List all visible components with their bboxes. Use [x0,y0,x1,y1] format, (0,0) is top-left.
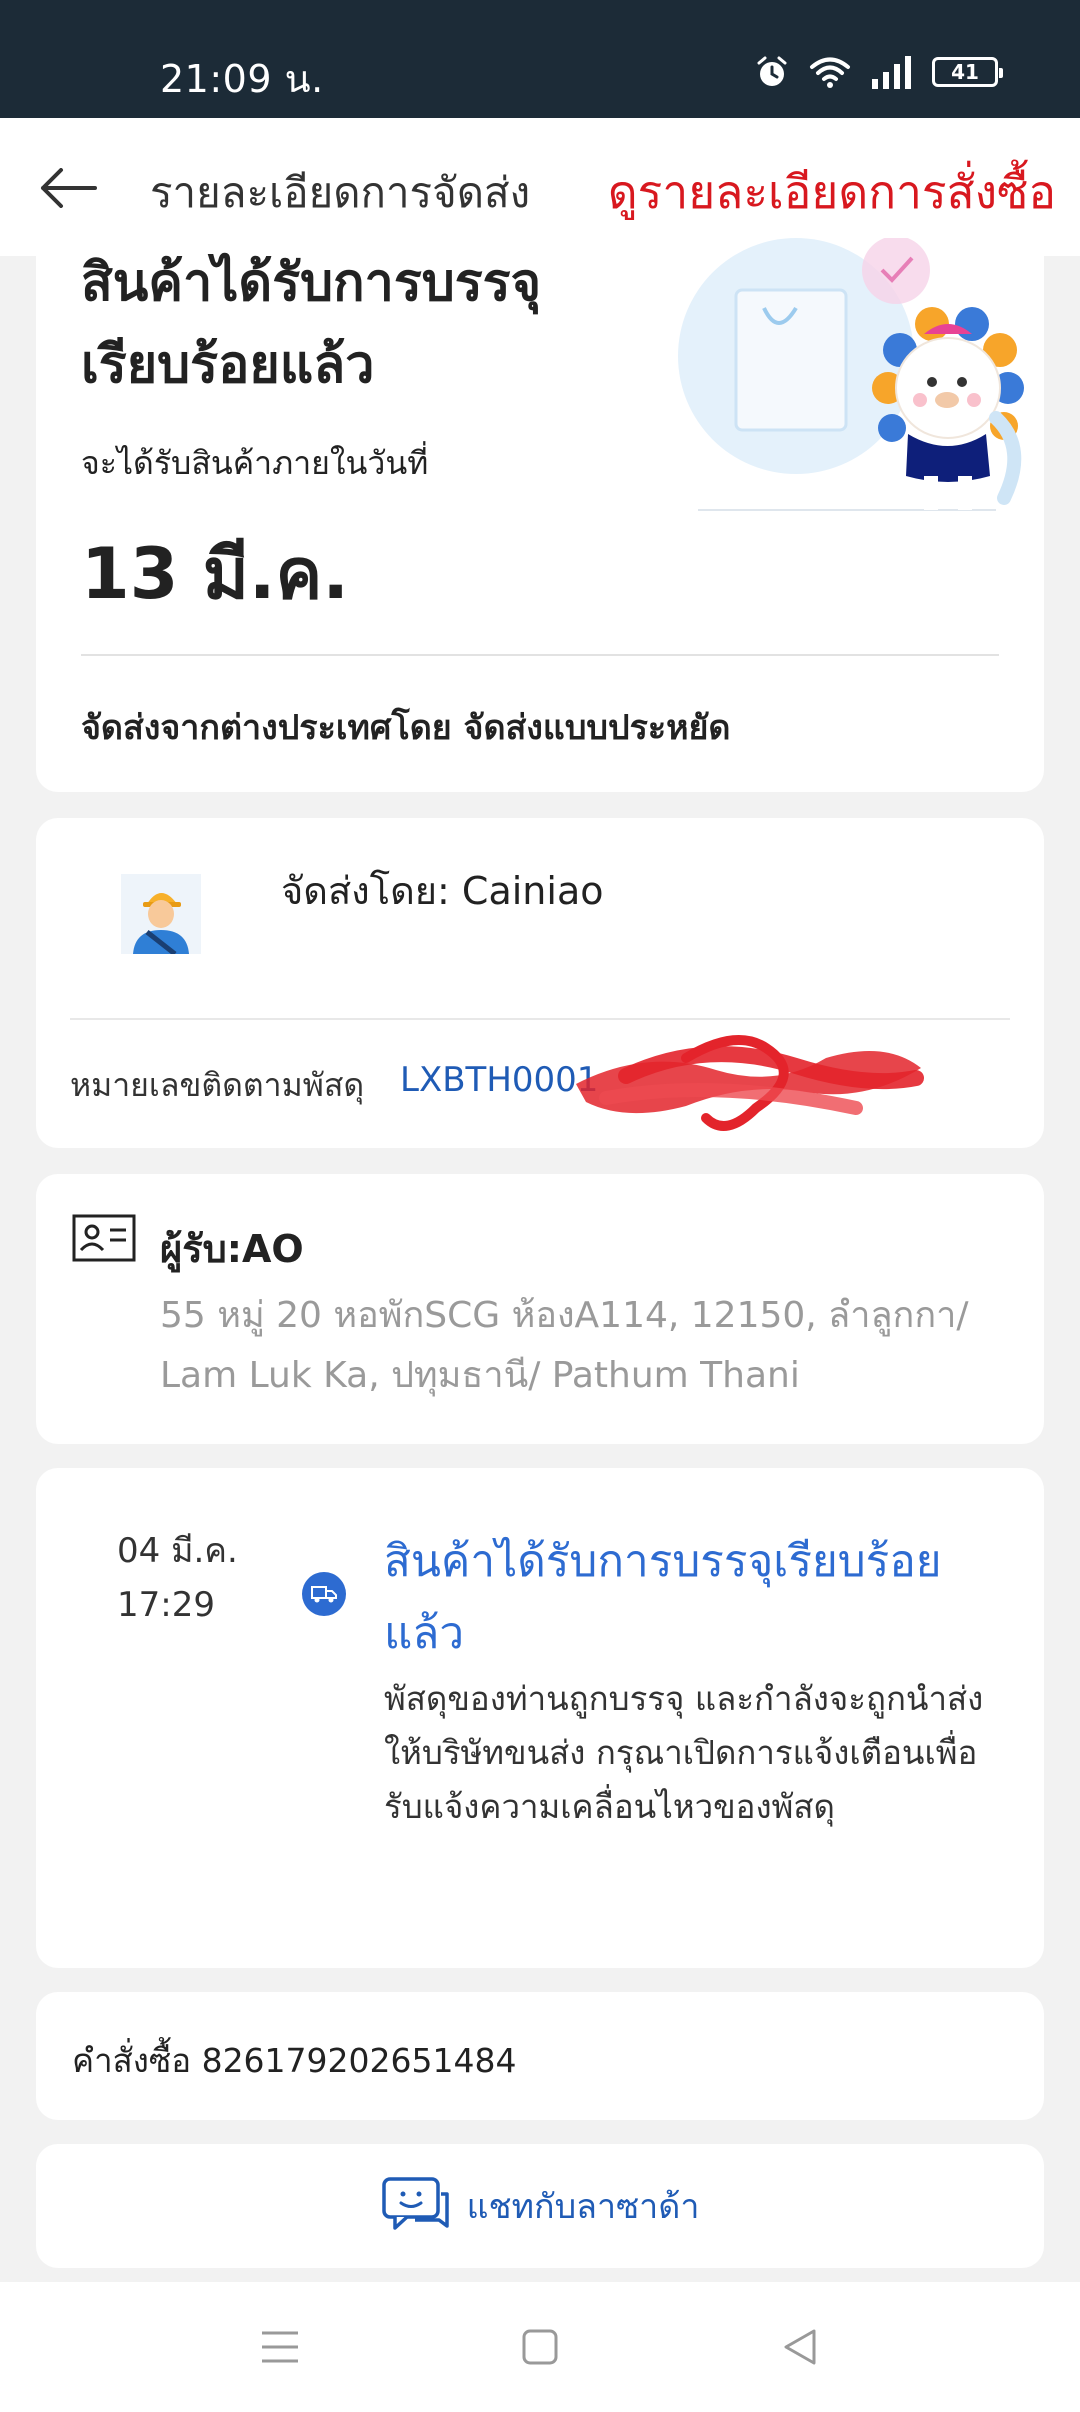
shipping-method: จัดส่งจากต่างประเทศโดย จัดส่งแบบประหยัด [81,708,731,748]
battery-level: 41 [951,60,979,84]
home-square-icon [522,2329,558,2365]
carrier-name: จัดส่งโดย: Cainiao [281,869,604,913]
menu-button[interactable] [255,2322,305,2372]
recipient-name: ผู้รับ:AO [160,1227,304,1271]
back-button[interactable] [36,156,100,220]
signal-icon [872,56,911,89]
back-nav-button[interactable] [775,2322,825,2372]
timeline-time: 17:29 [117,1585,215,1625]
packaging-mascot-illustration [678,238,1024,511]
truck-glyph [311,1586,337,1603]
chat-icon [381,2177,449,2230]
delivery-status-title: สินค้าได้รับการบรรจุเรียบร้อยแล้ว [81,253,542,395]
order-number: คำสั่งซื้อ 826179202651484 [72,2041,517,2080]
divider [81,654,999,656]
redaction-scribble [576,1035,924,1131]
tracking-label: หมายเลขติดตามพัสดุ [70,1066,365,1104]
eta-label: จะได้รับสินค้าภายในวันที่ [81,444,429,482]
carrier-card: จัดส่งโดย: Cainiao หมายเลขติดตามพัสดุ LX… [36,818,1044,1148]
timeline-timestamp: 04 มี.ค. 17:29 [117,1524,238,1632]
app-header: รายละเอียดการจัดส่ง ดูรายละเอียดการสั่งซ… [0,118,1080,256]
status-icons: 41 [754,52,1003,92]
system-navigation-bar [0,2282,1080,2412]
home-button[interactable] [515,2322,565,2372]
status-bar: 21:09 น. 41 [0,0,1080,118]
timeline-event-title: สินค้าได้รับการบรรจุเรียบร้อยแล้ว [384,1536,942,1659]
wifi-icon [810,57,850,88]
recipient-card: ผู้รับ:AO 55 หมู่ 20 หอพักSCG ห้องA114, … [36,1174,1044,1444]
id-card-icon [72,1214,136,1262]
tracking-timeline-card: 04 มี.ค. 17:29 สินค้าได้รับการบรรจุเรียบ… [36,1468,1044,1968]
order-number-card: คำสั่งซื้อ 826179202651484 [36,1992,1044,2120]
arrow-left-icon [41,168,97,208]
battery-icon: 41 [932,57,1003,87]
triangle-back-icon [784,2329,816,2365]
status-time: 21:09 น. [160,57,324,101]
timeline-date: 04 มี.ค. [117,1531,238,1571]
chat-label: แชทกับลาซาด้า [466,2187,700,2227]
alarm-icon [757,56,787,86]
recipient-address: 55 หมู่ 20 หอพักSCG ห้องA114, 12150, ลำล… [160,1295,969,1396]
courier-icon [121,874,201,954]
page-title: รายละเอียดการจัดส่ง [150,168,531,217]
menu-icon [262,2331,298,2363]
delivery-truck-icon [302,1572,346,1616]
eta-date: 13 มี.ค. [81,533,349,615]
chat-card[interactable]: แชทกับลาซาด้า [36,2144,1044,2268]
delivery-status-card: สินค้าได้รับการบรรจุเรียบร้อยแล้ว จะได้ร… [36,238,1044,792]
view-order-details-link[interactable]: ดูรายละเอียดการสั่งซื้อ [608,156,1056,229]
courier-avatar [121,874,201,954]
timeline-event-description: พัสดุของท่านถูกบรรจุ และกำลังจะถูกนำส่งใ… [384,1679,984,1826]
chat-with-lazada-button[interactable]: แชทกับลาซาด้า [36,2144,1044,2268]
